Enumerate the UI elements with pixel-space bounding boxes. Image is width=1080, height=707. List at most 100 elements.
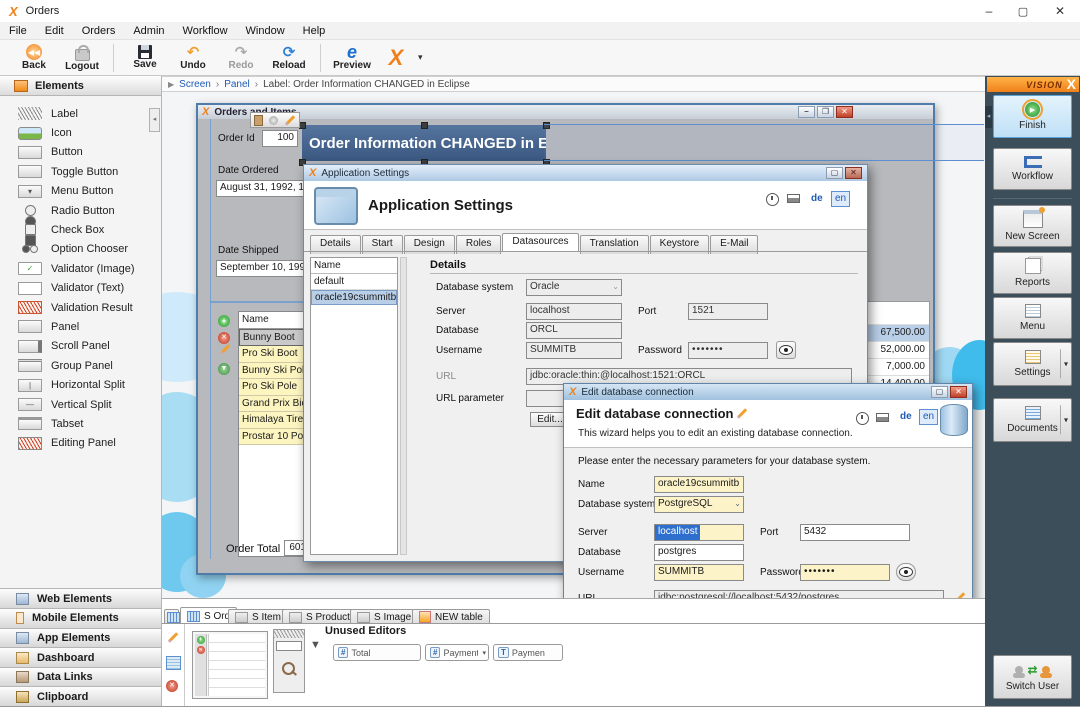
as-database-field[interactable]: ORCL — [526, 322, 622, 339]
minimize-button[interactable]: – — [972, 4, 1006, 18]
sidebar-collapse-handle[interactable]: ◂ — [985, 106, 992, 128]
datasource-row-default[interactable]: default — [311, 274, 397, 290]
table-widget-thumbnail[interactable]: + ✕ — [192, 631, 268, 699]
breadcrumb-panel-link[interactable]: Panel — [224, 79, 250, 90]
palette-item-validator-text[interactable]: Validator (Text) — [0, 279, 161, 298]
edit-conn-close-button[interactable]: ✕ — [950, 386, 967, 398]
preview-button[interactable]: e Preview — [328, 41, 376, 74]
palette-item-validation-result[interactable]: Validation Result — [0, 298, 161, 317]
menu-edit[interactable]: Edit — [45, 25, 64, 37]
screenshot-icon[interactable] — [787, 194, 800, 203]
palette-item-toggle-button[interactable]: Toggle Button — [0, 162, 161, 181]
edit-row-icon[interactable] — [220, 344, 231, 355]
section-clipboard[interactable]: Clipboard — [0, 686, 161, 706]
save-button[interactable]: Save — [121, 41, 169, 74]
language-en[interactable]: en — [831, 191, 850, 207]
settings-button[interactable]: Settings ▾ — [993, 342, 1072, 386]
new-screen-button[interactable]: New Screen — [993, 205, 1072, 247]
breadcrumb-screen-link[interactable]: Screen — [179, 79, 211, 90]
tab-s-image[interactable]: S Image — [350, 609, 418, 624]
switch-user-button[interactable]: ⇄ Switch User — [993, 655, 1072, 699]
list-splitter[interactable] — [400, 257, 407, 555]
items-table-header[interactable]: Name — [239, 312, 313, 329]
ec-name-field[interactable]: oracle19csummitb — [654, 476, 744, 493]
disc-icon[interactable] — [269, 116, 278, 125]
as-database-system-select[interactable]: Oracle⌄ — [526, 279, 622, 296]
unused-editor-payment[interactable]: T Paymen — [493, 644, 563, 661]
table-row[interactable]: Himalaya Tires — [239, 412, 313, 429]
close-button[interactable]: ✕ — [1040, 4, 1080, 18]
ec-edit-url-icon[interactable] — [955, 592, 966, 598]
settings-dropdown-arrow[interactable]: ▾ — [1060, 349, 1068, 378]
palette-item-horizontal-split[interactable]: |Horizontal Split — [0, 375, 161, 394]
section-mobile-elements[interactable]: Mobile Elements — [0, 608, 161, 628]
ec-password-field[interactable]: ••••••• — [800, 564, 890, 581]
language-en[interactable]: en — [919, 409, 938, 425]
orders-window-titlebar[interactable]: X Orders and Items – ❐ ✕ — [198, 105, 933, 119]
ec-username-field[interactable]: SUMMITB — [654, 564, 744, 581]
orders-maximize-button[interactable]: ❐ — [817, 106, 834, 118]
date-shipped-field[interactable]: September 10, 1992 — [216, 260, 314, 277]
notebook-icon[interactable] — [166, 656, 181, 670]
menu-orders[interactable]: Orders — [82, 25, 116, 37]
section-data-links[interactable]: Data Links — [0, 667, 161, 687]
reminder-clock-icon[interactable] — [856, 412, 869, 425]
menu-file[interactable]: File — [9, 25, 27, 37]
documents-dropdown-arrow[interactable]: ▾ — [1060, 405, 1068, 434]
menu-workflow[interactable]: Workflow — [183, 25, 228, 37]
ec-show-password-button[interactable] — [896, 563, 916, 581]
ec-database-field[interactable]: postgres — [654, 544, 744, 561]
table-row[interactable]: Bunny Boot — [239, 329, 313, 347]
back-button[interactable]: ◀◀ Back — [10, 41, 58, 74]
tab-s-item[interactable]: S Item — [228, 609, 288, 624]
edit-pencil-icon[interactable] — [285, 115, 296, 126]
as-server-field[interactable]: localhost — [526, 303, 622, 320]
remove-icon[interactable]: ✕ — [166, 680, 178, 692]
maximize-button[interactable]: ▢ — [1006, 5, 1040, 18]
orders-minimize-button[interactable]: – — [798, 106, 815, 118]
order-id-field[interactable]: 100 — [262, 130, 298, 147]
as-password-field[interactable]: ••••••• — [688, 342, 768, 359]
delete-row-icon[interactable]: ✕ — [218, 332, 230, 344]
palette-item-group-panel[interactable]: Group Panel — [0, 356, 161, 375]
table-row[interactable]: Bunny Ski Pole — [239, 363, 313, 380]
finish-button[interactable]: ▶ Finish — [993, 95, 1072, 138]
tab-new-table[interactable]: NEW table — [412, 609, 490, 624]
as-username-field[interactable]: SUMMITB — [526, 342, 622, 359]
menu-admin[interactable]: Admin — [133, 25, 164, 37]
workflow-button[interactable]: Workflow — [993, 148, 1072, 190]
design-canvas[interactable]: X Orders and Items – ❐ ✕ Order Id 100 Or… — [162, 92, 985, 598]
menu-window[interactable]: Window — [246, 25, 285, 37]
palette-item-icon[interactable]: Icon — [0, 123, 161, 142]
app-settings-titlebar[interactable]: X Application Settings ▢ ✕ — [304, 165, 867, 181]
palette-item-check-box[interactable]: Check Box — [0, 220, 161, 239]
ec-server-field[interactable]: localhost — [654, 524, 744, 541]
selection-handle[interactable] — [421, 122, 428, 129]
menu-button[interactable]: Menu — [993, 297, 1072, 339]
palette-item-label[interactable]: Label — [0, 104, 161, 123]
section-dashboard[interactable]: Dashboard — [0, 647, 161, 667]
datasource-list[interactable]: Name default oracle19csummitb — [310, 257, 398, 555]
ec-url-field[interactable]: jdbc:postgresql://localhost:5432/postgre… — [654, 590, 944, 598]
as-port-field[interactable]: 1521 — [688, 303, 768, 320]
order-information-label[interactable]: Order Information CHANGED in Eclipse — [302, 125, 546, 161]
table-row[interactable]: Pro Ski Boot — [239, 346, 313, 363]
edit-conn-titlebar[interactable]: X Edit database connection ▢ ✕ — [564, 384, 972, 400]
palette-item-editing-panel[interactable]: Editing Panel — [0, 434, 161, 453]
redo-button[interactable]: ↷ Redo — [217, 41, 265, 74]
toolbar-dropdown-arrow[interactable]: ▾ — [418, 52, 423, 63]
filter-funnel-icon[interactable]: ▼ — [310, 639, 321, 651]
section-web-elements[interactable]: Web Elements — [0, 588, 161, 608]
export-icon[interactable]: ▼ — [218, 363, 230, 375]
logout-button[interactable]: Logout — [58, 41, 106, 74]
palette-item-option-chooser[interactable]: Option Chooser — [0, 240, 161, 259]
palette-item-panel[interactable]: Panel — [0, 317, 161, 336]
section-app-elements[interactable]: App Elements — [0, 628, 161, 648]
palette-header[interactable]: Elements — [0, 76, 161, 96]
edit-conn-restore-button[interactable]: ▢ — [931, 386, 948, 398]
palette-collapse-handle[interactable]: ◂ — [149, 108, 160, 132]
tab-s-product[interactable]: S Product — [282, 609, 357, 624]
reminder-clock-icon[interactable] — [766, 193, 779, 206]
panel-grip-tab[interactable] — [164, 609, 179, 624]
datasource-row-oracle19csummitb[interactable]: oracle19csummitb — [311, 290, 397, 305]
